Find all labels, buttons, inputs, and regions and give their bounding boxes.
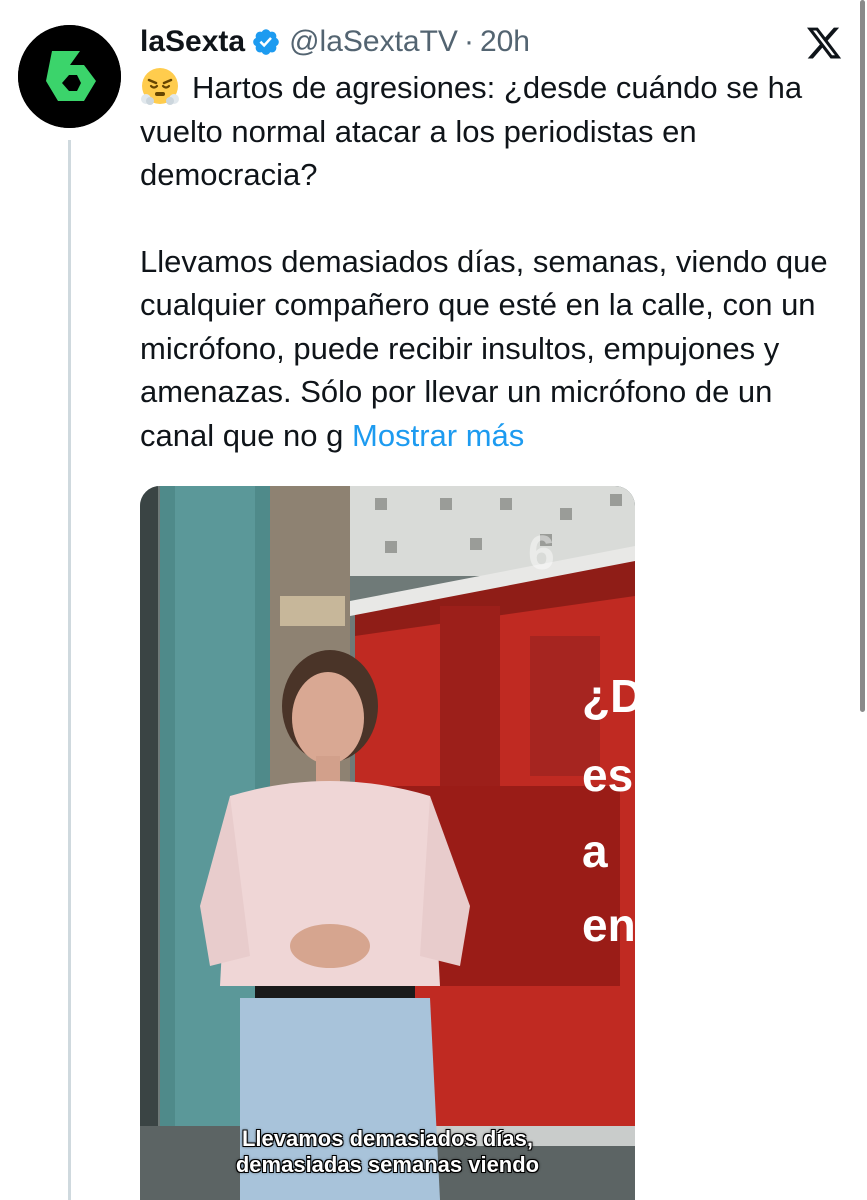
- background-word: es: [582, 749, 634, 801]
- video-caption-line-2: demasiadas semanas viendo: [235, 1152, 540, 1177]
- show-more-link[interactable]: Mostrar más: [352, 418, 524, 453]
- video-caption-line-1: Llevamos demasiados días,: [241, 1126, 534, 1151]
- author-name[interactable]: laSexta: [140, 25, 245, 59]
- avatar[interactable]: [18, 25, 121, 128]
- background-word: en: [582, 899, 635, 951]
- tweet-paragraph-2: Llevamos demasiados días, semanas, viend…: [140, 240, 850, 458]
- tweet-paragraph-1: Hartos de agresiones: ¿desde cuándo se h…: [140, 66, 850, 197]
- separator-dot: ·: [463, 25, 474, 58]
- x-logo-icon[interactable]: [805, 24, 843, 62]
- steam-from-nose-emoji-icon: [141, 68, 179, 105]
- verified-badge-icon[interactable]: [251, 27, 281, 57]
- tweet-video[interactable]: ¿D es a en 6: [140, 486, 635, 1200]
- background-word: ¿D: [582, 670, 635, 722]
- video-frame: [140, 486, 635, 1200]
- tweet-text: Hartos de agresiones: ¿desde cuándo se h…: [140, 66, 850, 457]
- thread-line: [68, 140, 71, 1200]
- tweet-header: laSexta @laSextaTV · 20h: [140, 22, 530, 62]
- background-word: a: [582, 825, 608, 877]
- paragraph-1-text: Hartos de agresiones: ¿desde cuándo se h…: [140, 70, 803, 192]
- timestamp[interactable]: 20h: [480, 25, 530, 59]
- lasexta-logo-icon: [18, 25, 121, 128]
- scrollbar[interactable]: [860, 0, 865, 712]
- author-handle[interactable]: @laSextaTV: [289, 25, 458, 59]
- channel-watermark: 6: [528, 527, 555, 580]
